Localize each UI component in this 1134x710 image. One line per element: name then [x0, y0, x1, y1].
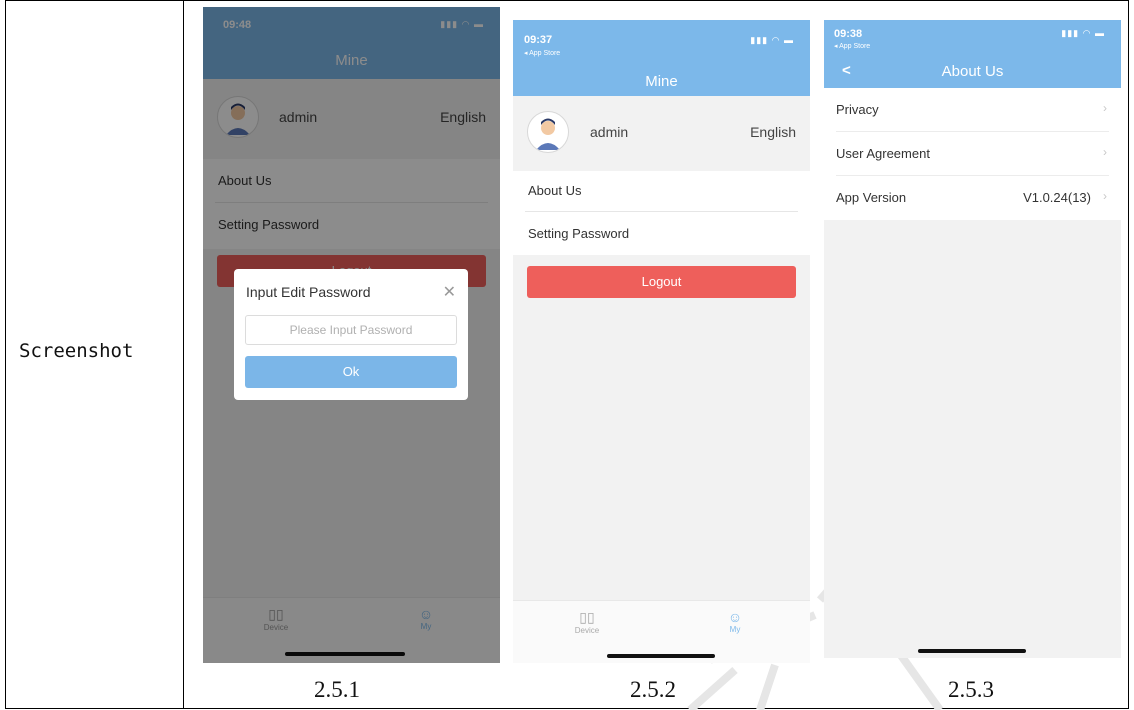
user-name: admin — [590, 124, 629, 140]
password-input[interactable] — [245, 315, 457, 345]
menu-item-label: About Us — [528, 183, 582, 198]
user-icon: ☺ — [727, 609, 743, 625]
about-list: Privacy › User Agreement › App Version V… — [824, 88, 1121, 220]
row-label: User Agreement — [836, 146, 930, 161]
row-user-agreement[interactable]: User Agreement › — [836, 132, 1109, 176]
avatar[interactable] — [527, 111, 569, 153]
ok-button[interactable]: Ok — [245, 356, 457, 388]
device-icon: ▯▯ — [579, 609, 595, 625]
close-icon[interactable]: ✕ — [443, 282, 456, 302]
tab-my[interactable]: ☺ My — [710, 609, 760, 634]
tab-device[interactable]: ▯▯ Device — [562, 609, 612, 635]
tab-label: My — [729, 625, 741, 634]
dialog-title: Input Edit Password — [246, 284, 371, 300]
profile-row[interactable]: admin English — [513, 96, 810, 171]
table-divider — [183, 0, 184, 709]
phone-screen-2-5-3: 09:38 ◂ App Store ▮▮▮ ◠ ▬ < About Us Pri… — [824, 20, 1121, 658]
menu-item-about-us[interactable]: About Us — [525, 171, 798, 212]
status-icons: ▮▮▮ ◠ ▬ — [1061, 28, 1105, 38]
phone-screen-2-5-2: 09:37 ◂ App Store ▮▮▮ ◠ ▬ Mine admin Eng… — [513, 20, 810, 663]
row-label: Screenshot — [19, 340, 134, 362]
status-time: 09:37 — [524, 34, 553, 46]
caption-2-5-3: 2.5.3 — [948, 677, 994, 702]
caption-2-5-2: 2.5.2 — [630, 677, 676, 702]
menu-list: About Us Setting Password — [513, 171, 810, 255]
row-label: App Version — [836, 190, 907, 205]
caption-2-5-1: 2.5.1 — [314, 677, 360, 702]
home-indicator — [918, 649, 1026, 653]
phone-screen-2-5-1: 09:48 ▮▮▮ ◠ ▬ Mine admin English About U… — [203, 7, 500, 663]
app-version-value: V1.0.24(13) — [1023, 190, 1091, 205]
home-indicator — [607, 654, 715, 658]
row-privacy[interactable]: Privacy › — [836, 88, 1109, 132]
menu-item-label: Setting Password — [528, 226, 630, 241]
password-dialog: Input Edit Password ✕ Ok — [234, 269, 468, 400]
status-icons: ▮▮▮ ◠ ▬ — [750, 35, 794, 45]
status-time: 09:38 — [834, 28, 863, 40]
page-title: About Us — [941, 63, 1004, 80]
chevron-right-icon: › — [1103, 101, 1107, 115]
back-to-app-store[interactable]: ◂ App Store — [834, 42, 870, 50]
row-app-version[interactable]: App Version V1.0.24(13) › — [836, 176, 1109, 219]
menu-item-setting-password[interactable]: Setting Password — [525, 212, 798, 254]
chevron-right-icon: › — [1103, 189, 1107, 203]
avatar-icon — [536, 118, 560, 150]
logout-button[interactable]: Logout — [527, 266, 796, 298]
chevron-right-icon: › — [1103, 145, 1107, 159]
page-title: Mine — [645, 73, 678, 90]
tab-label: Device — [574, 626, 600, 635]
back-to-app-store[interactable]: ◂ App Store — [524, 49, 560, 57]
language-switch[interactable]: English — [750, 124, 796, 140]
row-label: Privacy — [836, 102, 879, 117]
